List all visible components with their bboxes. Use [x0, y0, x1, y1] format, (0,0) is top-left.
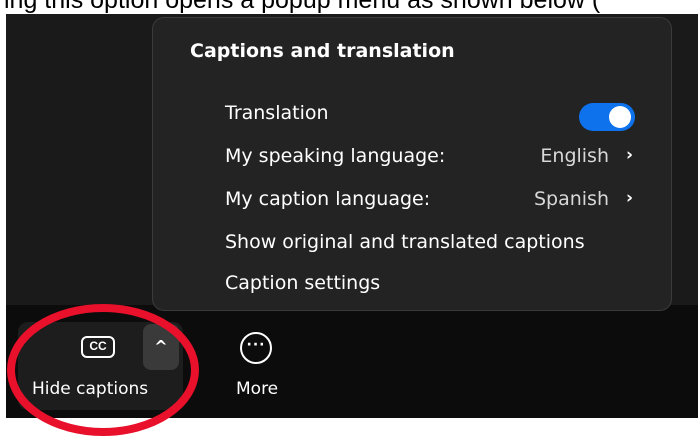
caption-settings-label: Caption settings: [225, 272, 381, 294]
speaking-language-value: English: [540, 145, 609, 167]
menu-item-speaking-language[interactable]: My speaking language: English ›: [225, 141, 645, 175]
menu-item-translation[interactable]: Translation: [225, 98, 645, 132]
caption-language-value: Spanish: [533, 188, 609, 210]
hide-captions-button[interactable]: CC ^ Hide captions: [18, 322, 183, 410]
more-options-icon: ···: [240, 332, 272, 364]
more-label: More: [236, 379, 279, 399]
menu-item-caption-language[interactable]: My caption language: Spanish ›: [225, 184, 645, 218]
show-original-translated-label: Show original and translated captions: [225, 231, 585, 253]
captions-popup-menu: Captions and translation Translation My …: [152, 17, 672, 311]
chevron-right-icon: ›: [625, 145, 633, 165]
closed-captions-icon: CC: [81, 336, 115, 358]
toggle-knob: [609, 106, 631, 128]
captions-options-caret-button[interactable]: ^: [143, 324, 179, 370]
hide-captions-label: Hide captions: [32, 379, 149, 399]
clipped-document-text: ing this option opens a popup menu as sh…: [0, 0, 698, 14]
menu-item-caption-settings[interactable]: Caption settings: [225, 268, 645, 302]
translation-label: Translation: [225, 102, 329, 124]
translation-toggle[interactable]: [579, 103, 635, 131]
menu-title: Captions and translation: [190, 40, 455, 62]
more-button[interactable]: ··· More: [228, 322, 298, 410]
menu-item-show-original-translated[interactable]: Show original and translated captions: [225, 227, 645, 261]
chevron-right-icon: ›: [625, 188, 633, 208]
caption-language-label: My caption language:: [225, 188, 431, 210]
document-text-line: ing this option opens a popup menu as sh…: [4, 0, 601, 14]
chevron-up-icon: ^: [154, 337, 168, 356]
speaking-language-label: My speaking language:: [225, 145, 446, 167]
